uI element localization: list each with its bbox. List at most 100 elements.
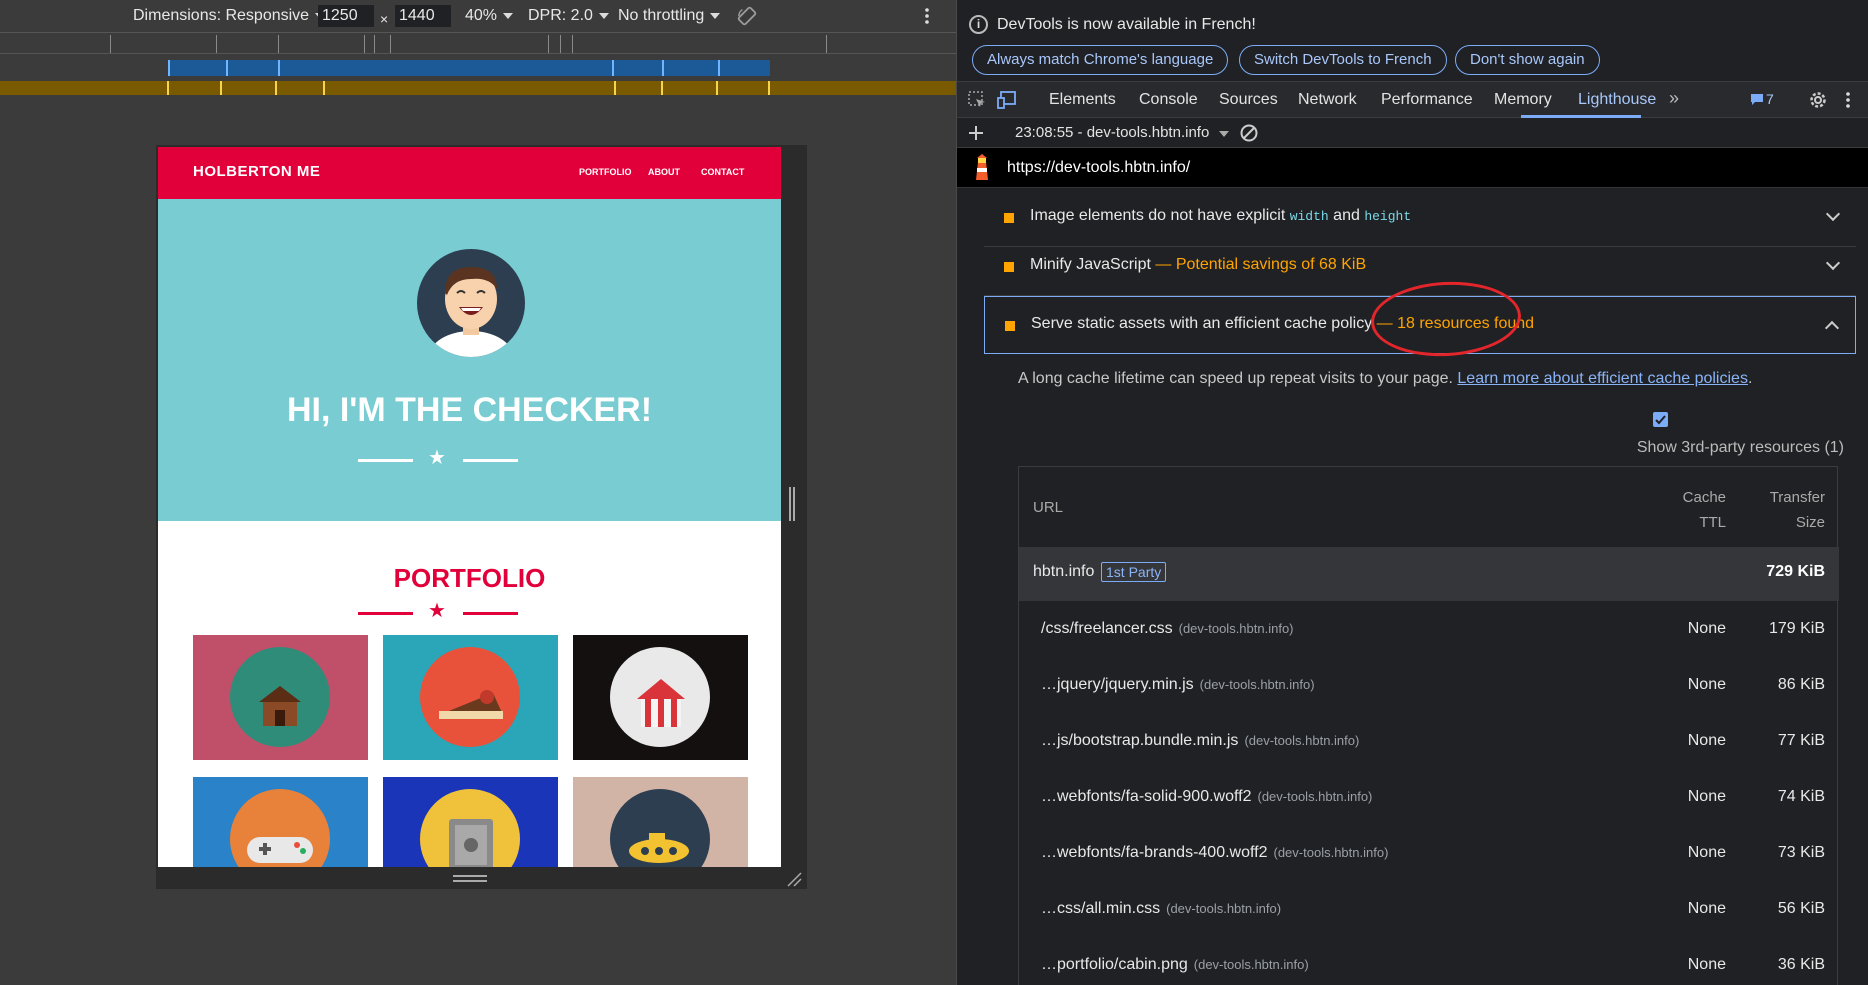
- resource-url[interactable]: …css/all.min.css (dev-tools.hbtn.info): [1041, 900, 1281, 918]
- resource-url[interactable]: …jquery/jquery.min.js (dev-tools.hbtn.inf…: [1041, 676, 1315, 694]
- portfolio-tile-game[interactable]: [193, 777, 368, 867]
- info-icon: i: [969, 15, 988, 34]
- transfer-size: 179 KiB: [1768, 620, 1825, 637]
- tab-network[interactable]: Network: [1298, 91, 1357, 109]
- site-navbar: HOLBERTON ME PORTFOLIO ABOUT CONTACT: [158, 147, 781, 199]
- learn-more-link[interactable]: Learn more about efficient cache policie…: [1457, 370, 1748, 387]
- dont-show-again-button[interactable]: Don't show again: [1455, 45, 1600, 75]
- times-sign: ×: [380, 11, 389, 27]
- issues-icon: [1751, 94, 1763, 105]
- report-selector-label: 23:08:55 - dev-tools.hbtn.info: [1015, 124, 1210, 141]
- dpr-dropdown[interactable]: DPR: 2.0: [528, 5, 609, 27]
- corner-resize-icon[interactable]: [786, 871, 802, 887]
- side-resize-handle[interactable]: [789, 487, 797, 521]
- switch-french-button[interactable]: Switch DevTools to French: [1239, 45, 1447, 75]
- chevron-down-icon: [710, 13, 721, 19]
- height-input[interactable]: [395, 5, 451, 27]
- portfolio-tile-safe[interactable]: [383, 777, 558, 867]
- first-party-badge: 1st Party: [1101, 562, 1167, 582]
- resource-url[interactable]: /css/freelancer.css (dev-tools.hbtn.info): [1041, 620, 1294, 638]
- device-emulation-pane: Dimensions: Responsive × 40% DPR: 2.0 No…: [0, 0, 956, 985]
- audit-title-and: and: [1328, 207, 1365, 224]
- throttling-label: No throttling: [618, 7, 705, 24]
- site-brand[interactable]: HOLBERTON ME: [193, 163, 320, 180]
- transfer-size: 74 KiB: [1777, 788, 1825, 805]
- chevron-down-icon[interactable]: [1825, 255, 1841, 271]
- star-icon: ★: [428, 447, 446, 469]
- code-width: width: [1289, 209, 1329, 224]
- resource-url[interactable]: …js/bootstrap.bundle.min.js (dev-tools.hb…: [1041, 732, 1359, 750]
- new-report-plus-icon[interactable]: [967, 124, 985, 142]
- device-toggle-icon[interactable]: [997, 90, 1019, 110]
- media-query-bar-min-width[interactable]: [0, 81, 956, 95]
- table-header: URL Cache TTL Transfer Size: [1019, 467, 1839, 547]
- resource-url[interactable]: …webfonts/fa-brands-400.woff2 (dev-tools.…: [1041, 844, 1388, 862]
- inspect-element-icon[interactable]: [967, 90, 987, 110]
- media-query-bar-max-width[interactable]: [0, 60, 956, 76]
- audit-description: A long cache lifetime can speed up repea…: [1018, 370, 1752, 388]
- entity-group-row: hbtn.info 1st Party 729 KiB: [1019, 547, 1839, 601]
- throttling-dropdown[interactable]: No throttling: [618, 5, 721, 27]
- transfer-size: 36 KiB: [1777, 956, 1825, 973]
- customize-menu-icon[interactable]: [1843, 90, 1853, 110]
- warning-square-icon: [1004, 262, 1014, 272]
- chevron-down-icon[interactable]: [1825, 206, 1841, 222]
- warning-square-icon: [1004, 213, 1014, 223]
- bottom-resize-bar[interactable]: [156, 867, 807, 889]
- width-input[interactable]: [318, 5, 374, 27]
- header-ttl-2: TTL: [1699, 514, 1726, 531]
- transfer-size: 73 KiB: [1777, 844, 1825, 861]
- zoom-dropdown[interactable]: 40%: [465, 5, 514, 27]
- audit-savings: — Potential savings of 68 KiB: [1155, 256, 1367, 273]
- third-party-label[interactable]: Show 3rd-party resources (1): [1637, 439, 1844, 457]
- nav-about[interactable]: ABOUT: [648, 167, 680, 177]
- chevron-down-icon: [598, 13, 609, 19]
- resource-url[interactable]: …webfonts/fa-solid-900.woff2 (dev-tools.h…: [1041, 788, 1372, 806]
- tab-sources[interactable]: Sources: [1219, 91, 1278, 109]
- tab-performance[interactable]: Performance: [1381, 91, 1473, 109]
- tab-console[interactable]: Console: [1139, 91, 1198, 109]
- game-controller-icon: [247, 837, 313, 863]
- portfolio-tile-submarine[interactable]: [573, 777, 748, 867]
- rotate-icon[interactable]: [735, 5, 759, 27]
- cabin-icon: [259, 686, 301, 726]
- device-toolbar: Dimensions: Responsive × 40% DPR: 2.0 No…: [0, 0, 956, 32]
- header-url: URL: [1033, 499, 1064, 516]
- nav-portfolio[interactable]: PORTFOLIO: [579, 167, 632, 177]
- hero-section: HI, I'M THE CHECKER! ★: [158, 199, 781, 521]
- tab-elements[interactable]: Elements: [1049, 91, 1116, 109]
- chevron-up-icon[interactable]: [1824, 320, 1840, 336]
- portfolio-tile-cake[interactable]: [383, 635, 558, 760]
- emulated-viewport[interactable]: HOLBERTON ME PORTFOLIO ABOUT CONTACT HI,…: [158, 147, 781, 867]
- chevron-down-icon: [1219, 131, 1230, 137]
- settings-gear-icon[interactable]: [1807, 89, 1829, 111]
- transfer-size: 86 KiB: [1777, 676, 1825, 693]
- transfer-size: 77 KiB: [1777, 732, 1825, 749]
- dimensions-dropdown[interactable]: Dimensions: Responsive: [133, 5, 326, 27]
- third-party-checkbox[interactable]: [1653, 412, 1668, 427]
- issues-counter[interactable]: 7: [1750, 91, 1774, 107]
- match-language-button[interactable]: Always match Chrome's language: [972, 45, 1229, 75]
- ruler: [0, 32, 956, 54]
- more-options-icon[interactable]: [922, 5, 932, 27]
- nav-contact[interactable]: CONTACT: [701, 167, 744, 177]
- resource-url[interactable]: …portfolio/cabin.png (dev-tools.hbtn.info…: [1041, 956, 1309, 974]
- audit-title-text: Image elements do not have explicit: [1030, 207, 1290, 224]
- tab-memory[interactable]: Memory: [1494, 91, 1552, 109]
- lighthouse-report-bar: 23:08:55 - dev-tools.hbtn.info: [957, 118, 1868, 148]
- clear-all-icon[interactable]: [1239, 123, 1259, 143]
- description-period: .: [1747, 370, 1753, 387]
- portfolio-tile-circus[interactable]: [573, 635, 748, 760]
- circus-tent-icon: [637, 679, 685, 727]
- header-size-2: Size: [1795, 514, 1825, 531]
- report-selector[interactable]: 23:08:55 - dev-tools.hbtn.info: [1015, 124, 1230, 141]
- more-tabs-icon[interactable]: »: [1669, 88, 1679, 109]
- audit-title: Image elements do not have explicit widt…: [1030, 207, 1411, 225]
- tab-lighthouse[interactable]: Lighthouse: [1578, 91, 1656, 109]
- portfolio-divider: ★: [358, 601, 518, 623]
- header-ttl-1: Cache: [1682, 489, 1726, 506]
- portfolio-tile-cabin[interactable]: [193, 635, 368, 760]
- entity-size: 729 KiB: [1766, 563, 1825, 580]
- header-size-1: Transfer: [1769, 489, 1825, 506]
- chevron-down-icon: [503, 13, 514, 19]
